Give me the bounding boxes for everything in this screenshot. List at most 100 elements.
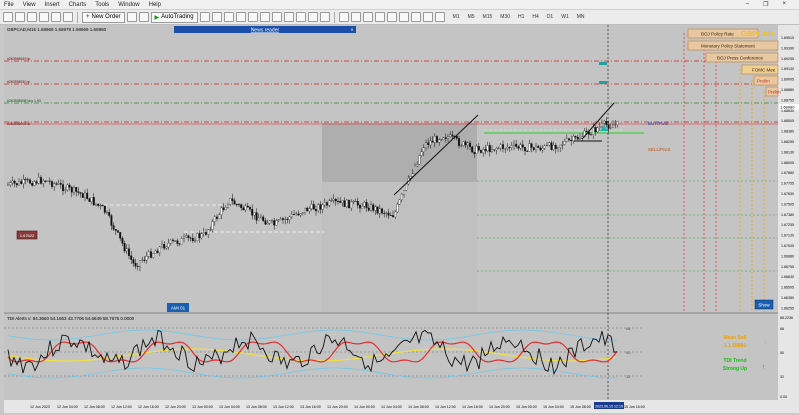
candle-body bbox=[337, 200, 339, 202]
bar-chart-icon[interactable] bbox=[199, 12, 210, 22]
tf-h4[interactable]: H4 bbox=[532, 14, 538, 20]
menu-help[interactable]: Help bbox=[149, 2, 161, 8]
auto-trading-button[interactable]: ▶ AutoTrading bbox=[150, 11, 198, 23]
time-label: 14 Jun 00:00 bbox=[354, 405, 375, 409]
candle-body bbox=[515, 143, 518, 147]
signals-icon[interactable] bbox=[138, 12, 149, 22]
candle-body bbox=[235, 204, 238, 206]
crosshair-icon[interactable] bbox=[350, 12, 361, 22]
candle-body bbox=[394, 211, 397, 218]
menu-file[interactable]: File bbox=[4, 2, 14, 8]
candle-body bbox=[216, 216, 218, 219]
candle-body bbox=[92, 197, 95, 206]
close-icon[interactable]: × bbox=[782, 1, 786, 8]
indicators-icon[interactable] bbox=[295, 12, 306, 22]
candle-body bbox=[535, 145, 537, 150]
candle-body bbox=[249, 207, 251, 210]
chart-window[interactable]: GBPCAD,M15 1.68969 1.68979 1.68969 1.689… bbox=[4, 25, 799, 413]
restore-icon[interactable]: ❐ bbox=[763, 1, 768, 8]
line-chart-icon[interactable] bbox=[223, 12, 234, 22]
channel-icon[interactable] bbox=[398, 12, 409, 22]
candle-body bbox=[350, 201, 353, 209]
candle-body bbox=[282, 218, 284, 220]
candle-body bbox=[614, 124, 617, 126]
tf-h1[interactable]: H1 bbox=[518, 14, 524, 20]
tester-icon[interactable] bbox=[63, 12, 73, 22]
autoscroll-icon[interactable] bbox=[271, 12, 282, 22]
candle-body bbox=[79, 192, 82, 194]
trendline-icon[interactable] bbox=[386, 12, 397, 22]
fibonacci-icon[interactable] bbox=[410, 12, 421, 22]
indicator-scale-32: 32 bbox=[780, 375, 784, 379]
candle-body bbox=[165, 246, 168, 249]
cursor-icon[interactable] bbox=[338, 12, 349, 22]
candle-body bbox=[29, 179, 31, 184]
time-label: 13 Jun 00:00 bbox=[192, 405, 213, 409]
candle-body bbox=[396, 204, 399, 213]
candle-body bbox=[458, 138, 460, 146]
new-order-button[interactable]: + New Order bbox=[82, 11, 125, 23]
candle-body bbox=[277, 219, 280, 221]
time-label: 15 Jun 08:00 bbox=[570, 405, 591, 409]
candle-body bbox=[73, 187, 75, 193]
templates-icon[interactable] bbox=[319, 12, 330, 22]
tf-d1[interactable]: D1 bbox=[547, 14, 553, 20]
menu-window[interactable]: Window bbox=[118, 2, 139, 8]
market-watch-icon[interactable] bbox=[27, 12, 37, 22]
candle-body bbox=[462, 141, 465, 146]
horizontal-line-icon[interactable] bbox=[374, 12, 385, 22]
candle-body bbox=[376, 206, 379, 214]
metaeditor-icon[interactable] bbox=[126, 12, 137, 22]
periods-icon[interactable] bbox=[307, 12, 318, 22]
menu-tools[interactable]: Tools bbox=[95, 2, 109, 8]
arrow-icon[interactable] bbox=[434, 12, 445, 22]
minimize-icon[interactable]: – bbox=[746, 1, 749, 8]
new-chart-icon[interactable] bbox=[3, 12, 13, 22]
new-order-label: New Order bbox=[91, 14, 121, 20]
candle-body bbox=[455, 136, 458, 139]
candle-body bbox=[240, 204, 243, 209]
candle-body bbox=[224, 207, 227, 210]
candle-body bbox=[271, 220, 273, 222]
candle-body bbox=[251, 209, 254, 216]
candle-body bbox=[106, 212, 108, 214]
tf-w1[interactable]: W1 bbox=[561, 14, 569, 20]
candle-body bbox=[449, 134, 452, 137]
tf-m1[interactable]: M1 bbox=[453, 14, 460, 20]
tf-m5[interactable]: M5 bbox=[468, 14, 475, 20]
candlestick-icon[interactable] bbox=[211, 12, 222, 22]
candle-body bbox=[427, 142, 430, 146]
candle-body bbox=[174, 240, 177, 242]
candle-body bbox=[103, 205, 106, 213]
menu-insert[interactable]: Insert bbox=[45, 2, 60, 8]
chart-canvas[interactable]: GBPCAD,M15 1.68969 1.68979 1.68969 1.689… bbox=[4, 25, 799, 413]
candle-body bbox=[365, 202, 368, 209]
navigator-icon[interactable] bbox=[39, 12, 49, 22]
candle-body bbox=[238, 204, 240, 206]
tf-m15[interactable]: M15 bbox=[483, 14, 493, 20]
menu-view[interactable]: View bbox=[23, 2, 36, 8]
candle-body bbox=[77, 191, 80, 193]
text-icon[interactable] bbox=[422, 12, 433, 22]
event-boj-rate-label: BOJ Policy Rate bbox=[701, 32, 734, 37]
candle-body bbox=[150, 251, 152, 258]
candle-body bbox=[88, 198, 91, 202]
candle-body bbox=[354, 201, 357, 202]
zoom-in-icon[interactable] bbox=[235, 12, 246, 22]
candle-body bbox=[374, 206, 377, 211]
chart-shift-icon[interactable] bbox=[283, 12, 294, 22]
zoom-out-icon[interactable] bbox=[247, 12, 258, 22]
candle-body bbox=[370, 204, 372, 211]
candle-body bbox=[473, 151, 476, 154]
time-label: 12 Jun 16:00 bbox=[138, 405, 159, 409]
time-label: 13 Jun 20:00 bbox=[327, 405, 348, 409]
vertical-line-icon[interactable] bbox=[362, 12, 373, 22]
menu-charts[interactable]: Charts bbox=[69, 2, 87, 8]
tf-m30[interactable]: M30 bbox=[500, 14, 510, 20]
profiles-icon[interactable] bbox=[15, 12, 25, 22]
terminal-icon[interactable] bbox=[51, 12, 61, 22]
candle-body bbox=[526, 150, 529, 152]
news-close-icon[interactable]: × bbox=[351, 28, 354, 34]
tile-icon[interactable] bbox=[259, 12, 270, 22]
tf-mn[interactable]: MN bbox=[577, 14, 585, 20]
